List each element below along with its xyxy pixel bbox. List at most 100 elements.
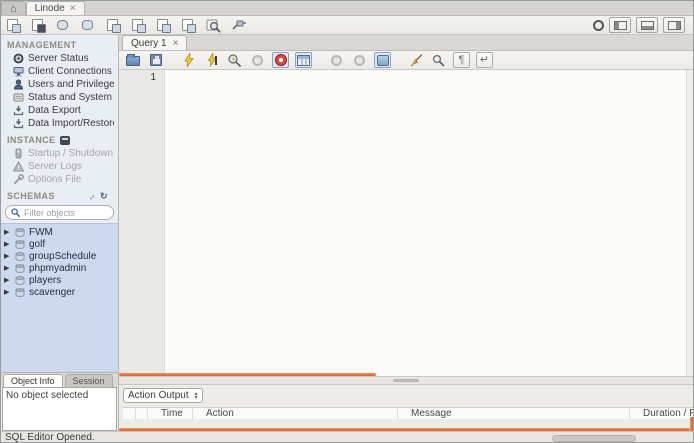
expander-icon[interactable]: ▶ xyxy=(4,229,11,236)
toggle-right-sidebar-button[interactable] xyxy=(663,17,685,33)
object-info-panel: No object selected xyxy=(2,387,117,431)
editor-output-splitter[interactable] xyxy=(119,376,693,385)
schema-item-phpmyadmin[interactable]: ▶ phpmyadmin xyxy=(1,262,118,274)
connection-tabstrip: ⌂ Linode × xyxy=(1,1,693,16)
output-panel: Action Output ▴ ▾ Time Action Message Dur… xyxy=(119,385,693,431)
home-icon: ⌂ xyxy=(10,2,17,15)
open-sql-script-icon[interactable] xyxy=(30,18,47,33)
sidebar-item-users-privileges[interactable]: Users and Privileges xyxy=(1,78,118,91)
line-number: 1 xyxy=(150,72,156,83)
rollback-icon[interactable] xyxy=(351,52,368,68)
navigator-sidebar: MANAGEMENT Server Status Client Connecti… xyxy=(1,35,119,431)
search-table-data-icon[interactable] xyxy=(205,18,222,33)
close-icon[interactable]: × xyxy=(173,38,179,49)
autocommit-toggle-icon[interactable] xyxy=(374,52,391,68)
editor-vertical-scrollbar[interactable] xyxy=(686,70,693,376)
sql-editor[interactable]: 1 xyxy=(119,70,693,376)
save-script-icon[interactable] xyxy=(147,52,164,68)
schema-icon xyxy=(15,287,25,297)
create-table-icon[interactable] xyxy=(80,18,97,33)
schema-filter-row xyxy=(1,203,118,223)
query-tabstrip: Query 1 × xyxy=(119,35,693,51)
column-header-duration: Duration / Fetch xyxy=(629,408,693,420)
tab-object-info[interactable]: Object Info xyxy=(3,374,63,387)
system-variables-icon xyxy=(13,92,24,103)
create-function-icon[interactable] xyxy=(155,18,172,33)
explain-plan-icon[interactable] xyxy=(226,52,243,68)
reconnect-dbms-icon[interactable] xyxy=(230,18,247,33)
stop-execution-icon[interactable] xyxy=(249,52,266,68)
sidebar-item-label: Startup / Shutdown xyxy=(28,148,114,159)
expander-icon[interactable]: ▶ xyxy=(4,265,11,272)
schema-item-fwm[interactable]: ▶ FWM xyxy=(1,226,118,238)
schema-name: phpmyadmin xyxy=(29,262,87,274)
create-view-icon[interactable] xyxy=(105,18,122,33)
commit-icon[interactable] xyxy=(328,52,345,68)
expander-icon[interactable]: ▶ xyxy=(4,277,11,284)
home-tab[interactable]: ⌂ xyxy=(1,1,26,15)
output-selector[interactable]: Action Output ▴ ▾ xyxy=(123,388,203,403)
instance-section-title: INSTANCE xyxy=(7,135,56,145)
schema-tree: ▶ FWM ▶ golf ▶ groupSchedule ▶ phpmyadmi… xyxy=(1,223,118,372)
beautify-script-icon[interactable] xyxy=(407,52,424,68)
schema-item-players[interactable]: ▶ players xyxy=(1,274,118,286)
show-invisibles-icon[interactable]: ¶ xyxy=(453,52,470,68)
schema-name: golf xyxy=(29,238,46,250)
schema-item-groupschedule[interactable]: ▶ groupSchedule xyxy=(1,250,118,262)
sidebar-item-options-file[interactable]: Options File xyxy=(1,173,118,186)
tab-query-1[interactable]: Query 1 × xyxy=(122,35,188,50)
mysql-workbench-window: ⌂ Linode × MANAGEMENT Server Status Clie… xyxy=(0,0,694,443)
toggle-right-sidebar-icon xyxy=(667,20,681,30)
splitter-grip[interactable] xyxy=(393,379,419,382)
column-header-message: Message xyxy=(397,408,629,420)
column-header-action: Action xyxy=(192,408,397,420)
find-icon[interactable] xyxy=(430,52,447,68)
sidebar-item-data-export[interactable]: Data Export xyxy=(1,104,118,117)
sidebar-item-client-connections[interactable]: Client Connections xyxy=(1,65,118,78)
sidebar-item-startup-shutdown[interactable]: Startup / Shutdown xyxy=(1,147,118,160)
sidebar-item-label: Data Import/Restore xyxy=(28,118,114,129)
editor-horizontal-scrollbar[interactable] xyxy=(119,373,376,376)
execute-current-statement-icon[interactable] xyxy=(203,52,220,68)
create-schema-icon[interactable] xyxy=(55,18,72,33)
execute-script-icon[interactable] xyxy=(180,52,197,68)
toggle-output-area-button[interactable] xyxy=(636,17,658,33)
expander-icon[interactable]: ▶ xyxy=(4,241,11,248)
expander-icon[interactable]: ▶ xyxy=(4,253,11,260)
sidebar-item-status-system-variables[interactable]: Status and System Variables xyxy=(1,91,118,104)
sidebar-item-label: Status and System Variables xyxy=(28,92,114,103)
activity-indicator-icon xyxy=(593,19,604,31)
sidebar-item-data-import[interactable]: Data Import/Restore xyxy=(1,117,118,130)
new-sql-tab-icon[interactable] xyxy=(5,18,22,33)
sidebar-item-server-status[interactable]: Server Status xyxy=(1,52,118,65)
search-icon xyxy=(11,208,20,217)
open-script-icon[interactable] xyxy=(124,52,141,68)
schema-item-scavenger[interactable]: ▶ scavenger xyxy=(1,286,118,298)
status-text: SQL Editor Opened. xyxy=(5,432,95,443)
info-tabstrip: Object Info Session xyxy=(1,372,118,387)
horizontal-scrollbar-thumb[interactable] xyxy=(552,435,636,442)
expand-schemas-icon[interactable]: ↔ xyxy=(84,189,98,203)
schema-item-golf[interactable]: ▶ golf xyxy=(1,238,118,250)
connection-tab-linode[interactable]: Linode × xyxy=(25,1,85,15)
sql-editor-toolbar: ¶ ↵ xyxy=(119,51,693,70)
sidebar-item-server-logs[interactable]: Server Logs xyxy=(1,160,118,173)
create-procedure-icon[interactable] xyxy=(130,18,147,33)
schema-name: players xyxy=(29,274,62,286)
refresh-schemas-icon[interactable]: ↻ xyxy=(100,191,108,201)
tab-session[interactable]: Session xyxy=(64,374,113,387)
schema-filter-input[interactable] xyxy=(24,207,104,218)
schema-icon xyxy=(15,227,25,237)
close-icon[interactable]: × xyxy=(70,3,76,14)
toggle-left-sidebar-button[interactable] xyxy=(609,17,631,33)
schema-icon xyxy=(15,275,25,285)
word-wrap-icon[interactable]: ↵ xyxy=(476,52,493,68)
output-vertical-scrollbar[interactable] xyxy=(690,417,693,431)
expander-icon[interactable]: ▶ xyxy=(4,289,11,296)
create-user-icon[interactable] xyxy=(180,18,197,33)
limit-rows-toggle-icon[interactable] xyxy=(295,52,312,68)
sql-edit-area[interactable] xyxy=(165,70,686,376)
management-section-header: MANAGEMENT xyxy=(1,35,118,52)
sidebar-item-label: Server Logs xyxy=(28,161,82,172)
stop-on-error-toggle-icon[interactable] xyxy=(272,52,289,68)
